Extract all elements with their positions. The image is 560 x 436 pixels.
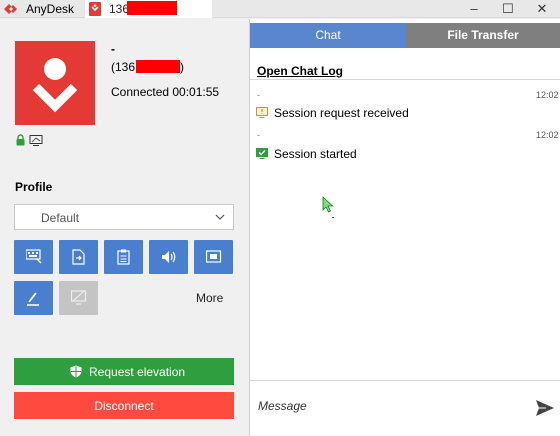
keyboard-button[interactable] (14, 240, 53, 274)
session-tab-icon (89, 2, 101, 16)
file-transfer-icon (72, 249, 85, 265)
cursor-dot (332, 217, 334, 218)
message-input[interactable] (258, 395, 528, 417)
keyboard-icon (26, 249, 42, 264)
redaction-block (136, 60, 180, 73)
shield-icon (70, 365, 82, 378)
message-time: 12:02 (536, 90, 559, 100)
profile-dropdown[interactable]: Default (14, 204, 234, 230)
close-button[interactable]: ✕ (525, 0, 559, 18)
anydesk-logo-icon (4, 4, 17, 14)
clipboard-icon (117, 249, 130, 265)
open-chat-log-link[interactable]: Open Chat Log (257, 64, 343, 78)
message-time: 12:02 (536, 130, 559, 140)
remote-id: (136 (111, 60, 136, 74)
profile-label: Profile (15, 180, 53, 194)
anydesk-window: AnyDesk 136 – ☐ ✕ - (136 ) Connected 00:… (0, 0, 560, 436)
file-transfer-button[interactable] (59, 240, 98, 274)
anydesk-user-icon (32, 58, 78, 113)
chat-panel: Chat File Transfer Open Chat Log - 12:02… (250, 19, 560, 436)
maximize-button[interactable]: ☐ (491, 0, 525, 18)
session-started-icon (256, 148, 268, 159)
message-sender: - (257, 130, 260, 140)
remote-name: - (111, 42, 115, 56)
audio-button[interactable] (149, 240, 188, 274)
speaker-icon (162, 251, 176, 263)
lock-icon (16, 134, 25, 146)
redaction-block (127, 1, 177, 15)
session-tab[interactable]: 136 (85, 0, 212, 18)
privacy-mode-button (59, 281, 98, 315)
more-button[interactable]: More (196, 291, 223, 305)
monitor-icon (29, 135, 43, 146)
screen-button[interactable] (194, 240, 233, 274)
disabled-monitor-icon (71, 290, 87, 305)
screen-icon (206, 250, 222, 263)
message-text: Session request received (274, 106, 409, 120)
chevron-down-icon (215, 214, 225, 220)
send-icon[interactable] (536, 400, 554, 416)
disconnect-label: Disconnect (94, 399, 154, 413)
profile-selected-value: Default (41, 211, 80, 225)
separator (250, 79, 560, 80)
title-bar: AnyDesk 136 – ☐ ✕ (0, 0, 560, 18)
message-sender: - (257, 90, 260, 100)
request-elevation-button[interactable]: Request elevation (14, 358, 234, 385)
remote-id-suffix: ) (180, 60, 184, 74)
mouse-cursor-icon (322, 196, 334, 213)
minimize-button[interactable]: – (457, 0, 491, 18)
request-elevation-label: Request elevation (89, 365, 186, 379)
remote-avatar (15, 41, 95, 125)
separator (250, 380, 560, 381)
message-text: Session started (274, 147, 357, 161)
draw-button[interactable] (14, 281, 53, 315)
session-request-icon (256, 107, 268, 118)
disconnect-button[interactable]: Disconnect (14, 392, 234, 419)
tab-chat[interactable]: Chat (250, 23, 406, 48)
app-title: AnyDesk (26, 2, 75, 16)
clipboard-button[interactable] (104, 240, 143, 274)
pen-icon (27, 292, 39, 306)
tab-file-transfer[interactable]: File Transfer (406, 23, 560, 48)
connection-status: Connected 00:01:55 (111, 85, 220, 99)
